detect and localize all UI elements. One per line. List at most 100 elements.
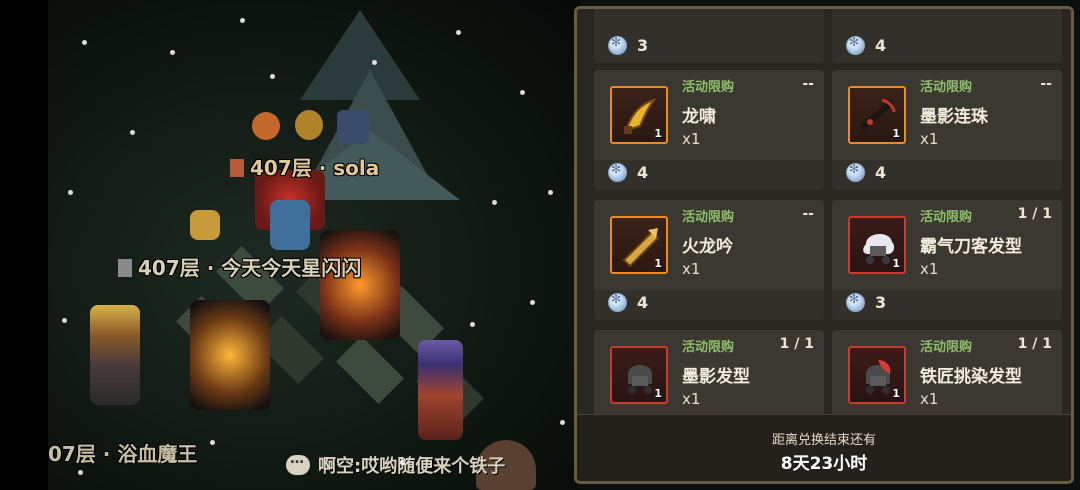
item-price: 4 bbox=[875, 36, 887, 55]
limited-tag: 活动限购 bbox=[682, 80, 735, 95]
item-name: 墨影连珠 bbox=[920, 107, 988, 127]
limited-tag: 活动限购 bbox=[682, 340, 735, 355]
player-character[interactable] bbox=[270, 200, 310, 250]
item-icon-frame[interactable]: 1 bbox=[848, 216, 906, 274]
buff-icon bbox=[337, 110, 369, 144]
item-qty: 1 bbox=[654, 387, 662, 400]
item-count: x1 bbox=[920, 260, 939, 278]
chat-message[interactable]: 啊空:哎哟随便来个铁子 bbox=[286, 451, 506, 478]
item-count: x1 bbox=[682, 130, 701, 148]
item-name: 火龙吟 bbox=[682, 237, 733, 257]
chat-text: 啊空:哎哟随便来个铁子 bbox=[318, 456, 506, 477]
snowflake bbox=[240, 18, 245, 23]
player-character[interactable] bbox=[190, 210, 220, 240]
player-character[interactable] bbox=[320, 230, 400, 340]
snowflake bbox=[62, 318, 67, 323]
snowflake bbox=[548, 190, 553, 195]
item-qty: 1 bbox=[892, 127, 900, 140]
shop-item-card[interactable]: 活动限购 -- 1 火龙吟 x1 4 bbox=[594, 200, 824, 320]
snowflake bbox=[68, 190, 73, 195]
limited-tag: 活动限购 bbox=[920, 340, 973, 355]
item-price: 4 bbox=[637, 163, 649, 182]
limited-tag: 活动限购 bbox=[920, 210, 973, 225]
chat-bubble-icon bbox=[286, 451, 310, 475]
floor-tile bbox=[336, 336, 404, 404]
price-row: 4 bbox=[608, 162, 649, 182]
snowflake bbox=[530, 300, 535, 305]
game-scene[interactable]: 407层 · sola 407层 · 今天今天星闪闪 07层 · 浴血魔王 啊空… bbox=[0, 0, 580, 490]
timer-label: 距离兑换结束还有 bbox=[771, 433, 876, 448]
timer-value: 8天23小时 bbox=[780, 454, 868, 474]
price-row: 3 bbox=[846, 292, 887, 312]
snow-crystal-icon bbox=[846, 292, 865, 312]
purchase-limit: -- bbox=[1040, 76, 1052, 92]
item-name: 墨影发型 bbox=[682, 367, 750, 387]
shop-item-card[interactable]: 活动限购 -- 1 龙啸 x1 4 bbox=[594, 70, 824, 190]
purchase-limit: -- bbox=[802, 206, 814, 222]
item-qty: 1 bbox=[892, 387, 900, 400]
exchange-shop-panel[interactable]: 3 4 活动限购 -- 1 龙啸 x1 4 活动限购 -- bbox=[574, 6, 1074, 484]
snowflake bbox=[456, 30, 461, 35]
item-count: x1 bbox=[920, 390, 939, 408]
price-row: 3 bbox=[608, 35, 649, 55]
purchase-limit: 1 / 1 bbox=[779, 336, 814, 352]
buff-icon bbox=[295, 110, 323, 140]
snowflake bbox=[520, 90, 525, 95]
price-row: 4 bbox=[608, 292, 649, 312]
item-qty: 1 bbox=[654, 127, 662, 140]
item-qty: 1 bbox=[654, 257, 662, 270]
item-count: x1 bbox=[920, 130, 939, 148]
snow-crystal-icon bbox=[846, 35, 865, 55]
player-tag-text: 407层 · sola bbox=[250, 156, 380, 180]
player-tag: 407层 · 今天今天星闪闪 bbox=[118, 252, 361, 281]
item-price: 3 bbox=[875, 293, 887, 312]
player-tag-text: 07层 · 浴血魔王 bbox=[48, 442, 198, 466]
item-icon-frame[interactable]: 1 bbox=[848, 86, 906, 144]
item-name: 龙啸 bbox=[682, 107, 716, 127]
floor-badge-icon bbox=[118, 259, 132, 277]
item-icon-frame[interactable]: 1 bbox=[610, 216, 668, 274]
limited-tag: 活动限购 bbox=[920, 80, 973, 95]
purchase-limit: 1 / 1 bbox=[1017, 206, 1052, 222]
item-icon-frame[interactable]: 1 bbox=[610, 86, 668, 144]
snowflake bbox=[560, 420, 565, 425]
floor-badge-icon bbox=[230, 159, 244, 177]
snowflake bbox=[170, 50, 175, 55]
item-price: 4 bbox=[637, 293, 649, 312]
screen-edge bbox=[0, 0, 48, 490]
snowflake bbox=[470, 322, 475, 327]
snowflake bbox=[82, 40, 87, 45]
snow-crystal-icon bbox=[608, 162, 627, 182]
snowflake bbox=[372, 60, 377, 65]
item-name: 霸气刀客发型 bbox=[920, 237, 1022, 257]
item-name: 铁匠挑染发型 bbox=[920, 367, 1022, 387]
player-character[interactable] bbox=[190, 300, 270, 410]
item-price: 3 bbox=[637, 36, 649, 55]
item-icon-frame[interactable]: 1 bbox=[848, 346, 906, 404]
player-tag-text: 407层 · 今天今天星闪闪 bbox=[138, 256, 362, 280]
shop-item-card[interactable]: 活动限购 1 / 1 1 霸气刀客发型 x1 3 bbox=[832, 200, 1062, 320]
item-qty: 1 bbox=[892, 257, 900, 270]
price-row: 4 bbox=[846, 162, 886, 182]
snowflake bbox=[78, 470, 83, 475]
player-character[interactable] bbox=[418, 340, 463, 440]
price-row: 4 bbox=[846, 35, 887, 55]
player-tag: 07层 · 浴血魔王 bbox=[48, 438, 197, 467]
snowflake bbox=[210, 440, 215, 445]
snow-crystal-icon bbox=[846, 162, 865, 182]
exchange-timer-footer: 距离兑换结束还有 8天23小时 bbox=[577, 414, 1071, 481]
item-icon-frame[interactable]: 1 bbox=[610, 346, 668, 404]
shop-item-card[interactable]: 3 bbox=[594, 9, 824, 63]
snowflake bbox=[400, 460, 405, 465]
snow-crystal-icon bbox=[608, 292, 627, 312]
item-count: x1 bbox=[682, 390, 701, 408]
buff-icon bbox=[252, 112, 280, 140]
snow-crystal-icon bbox=[608, 35, 627, 55]
player-tag: 407层 · sola bbox=[230, 152, 379, 181]
shop-item-card[interactable]: 4 bbox=[832, 9, 1062, 63]
purchase-limit: -- bbox=[802, 76, 814, 92]
shop-item-card[interactable]: 活动限购 -- 1 墨影连珠 x1 4 bbox=[832, 70, 1062, 190]
snowflake bbox=[130, 130, 135, 135]
player-character[interactable] bbox=[90, 305, 140, 405]
snowflake bbox=[270, 74, 275, 79]
